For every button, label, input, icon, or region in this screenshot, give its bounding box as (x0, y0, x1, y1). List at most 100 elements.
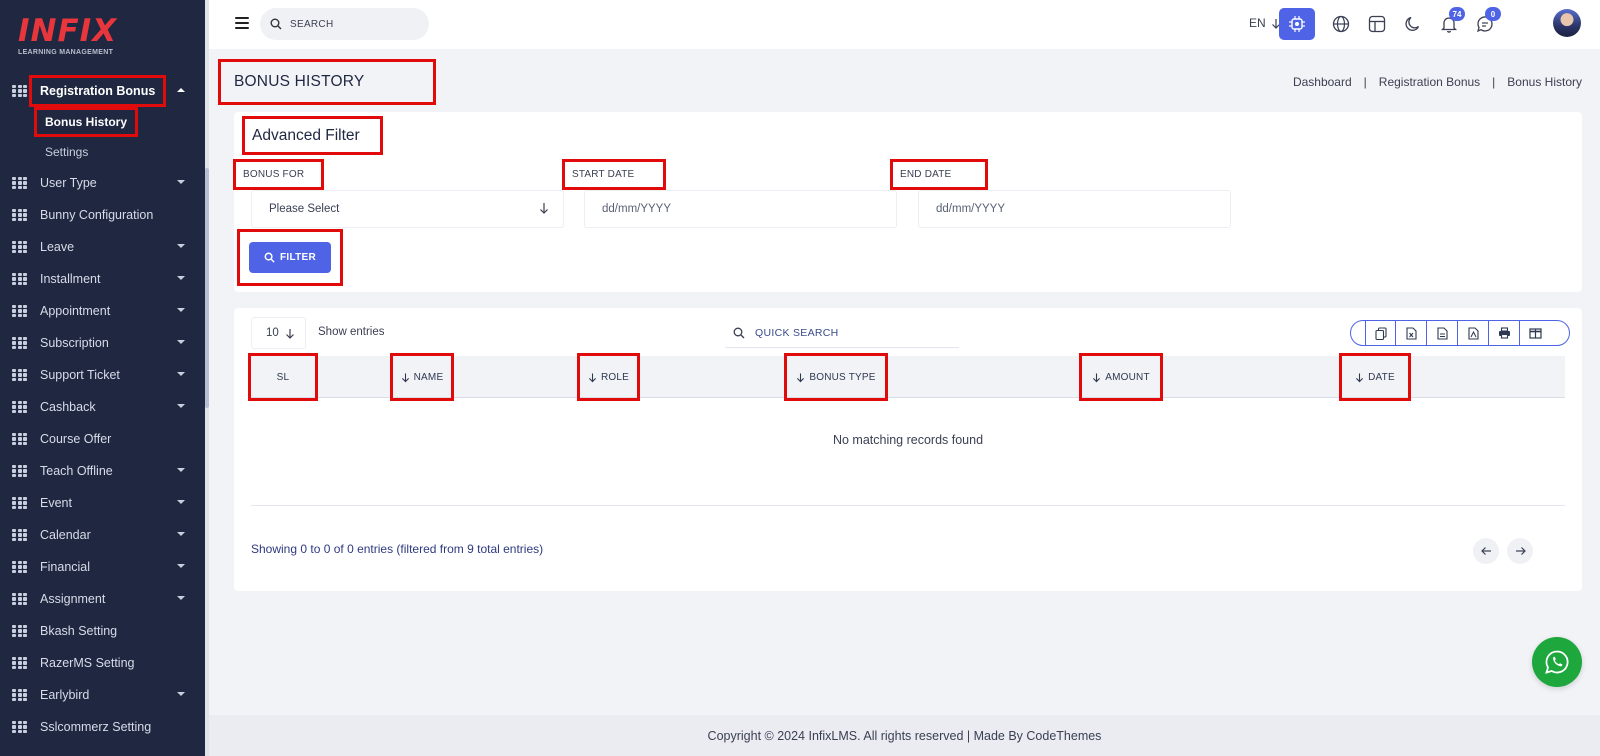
sidebar-item-leave[interactable]: Leave (0, 231, 205, 263)
top-bar: EN 74 0 (209, 0, 1600, 49)
sidebar-item-event[interactable]: Event (0, 487, 205, 519)
sidebar-item-teach-offline[interactable]: Teach Offline (0, 455, 205, 487)
sidebar-item-assignment[interactable]: Assignment (0, 583, 205, 615)
page-size-select[interactable]: 10 (251, 317, 306, 349)
sidebar-item-bkash-setting[interactable]: Bkash Setting (0, 615, 205, 647)
filter-button[interactable]: FILTER (249, 242, 331, 273)
layout-button[interactable] (1359, 8, 1395, 40)
end-date-input[interactable] (936, 203, 1230, 215)
moon-icon (1405, 16, 1420, 31)
search-icon (733, 327, 745, 338)
breadcrumb-dashboard[interactable]: Dashboard (1293, 75, 1352, 89)
start-date-field (584, 190, 897, 228)
previous-page-button[interactable] (1473, 538, 1499, 564)
sidebar-item-appointment[interactable]: Appointment (0, 295, 205, 327)
sidebar-item-label: Event (40, 496, 72, 510)
sidebar-item-course-offer[interactable]: Course Offer (0, 423, 205, 455)
quick-search-input[interactable] (755, 326, 935, 339)
sidebar-item-label: Earlybird (40, 688, 90, 702)
submenu-item-settings[interactable]: Settings (0, 137, 205, 167)
sidebar-item-razerms-setting[interactable]: RazerMS Setting (0, 647, 205, 679)
column-header-label: NAME (413, 371, 444, 383)
sidebar-item-label: Course Offer (40, 432, 112, 446)
bonus-for-label-container: BONUS FOR (233, 159, 324, 190)
submenu-item-bonus-history[interactable]: Bonus History (0, 107, 205, 137)
dark-mode-toggle[interactable] (1395, 8, 1431, 40)
sidebar: INFIX LEARNING MANAGEMENT Registration B… (0, 0, 205, 756)
notifications-badge: 74 (1449, 7, 1465, 21)
sidebar-item-cashback[interactable]: Cashback (0, 391, 205, 423)
bonus-for-label: BONUS FOR (243, 169, 305, 180)
column-header-role[interactable]: ROLE (577, 353, 640, 401)
sidebar-item-label: Financial (40, 560, 91, 574)
breadcrumb-registration-bonus[interactable]: Registration Bonus (1379, 75, 1480, 89)
sidebar-scrollbar[interactable] (205, 168, 209, 408)
bonus-for-selected-value: Please Select (269, 203, 340, 215)
sidebar-item-registration-bonus[interactable]: Registration Bonus (0, 75, 205, 107)
search-icon (270, 18, 282, 30)
bonus-for-select[interactable]: Please Select (251, 190, 564, 228)
sidebar-item-financial[interactable]: Financial (0, 551, 205, 583)
chevron-down-icon (177, 532, 185, 536)
hamburger-menu-icon[interactable] (235, 17, 249, 29)
chevron-down-icon (177, 564, 185, 568)
grid-icon (12, 624, 27, 638)
breadcrumb-bonus-history: Bonus History (1507, 75, 1582, 89)
start-date-label-container: START DATE (562, 159, 666, 190)
sidebar-item-label: Bkash Setting (40, 624, 118, 638)
pdf-button[interactable] (1458, 321, 1489, 345)
sidebar-item-installment[interactable]: Installment (0, 263, 205, 295)
arrow-down-icon (285, 328, 294, 339)
language-selector[interactable]: EN (1249, 16, 1281, 30)
sidebar-item-earlybird[interactable]: Earlybird (0, 679, 205, 711)
grid-icon (12, 400, 27, 414)
sort-arrow-icon (588, 372, 597, 382)
top-search-input[interactable] (290, 18, 420, 30)
ai-chip-button[interactable] (1279, 8, 1315, 40)
pdf-icon (1467, 326, 1479, 340)
column-header-bonus-type[interactable]: BONUS TYPE (784, 353, 888, 401)
sidebar-item-subscription[interactable]: Subscription (0, 327, 205, 359)
logo[interactable]: INFIX LEARNING MANAGEMENT (18, 14, 117, 56)
copy-button[interactable] (1365, 321, 1396, 345)
column-header-date[interactable]: DATE (1339, 353, 1411, 401)
sidebar-item-calendar[interactable]: Calendar (0, 519, 205, 551)
chevron-down-icon (177, 404, 185, 408)
grid-icon (12, 272, 27, 286)
column-header-sl[interactable]: SL (248, 353, 318, 401)
chevron-down-icon (177, 276, 185, 280)
whatsapp-chat-button[interactable] (1532, 637, 1582, 687)
messages-button[interactable]: 0 (1467, 7, 1503, 40)
search-icon (264, 252, 275, 263)
grid-icon (12, 336, 27, 350)
chevron-up-icon (177, 88, 185, 92)
start-date-input[interactable] (602, 203, 896, 215)
column-header-name[interactable]: NAME (390, 353, 454, 401)
csv-button[interactable] (1427, 321, 1458, 345)
column-header-amount[interactable]: AMOUNT (1079, 353, 1163, 401)
sidebar-item-user-type[interactable]: User Type (0, 167, 205, 199)
sidebar-item-bunny-configuration[interactable]: Bunny Configuration (0, 199, 205, 231)
excel-button[interactable] (1396, 321, 1427, 345)
sort-arrow-icon (401, 372, 409, 382)
sidebar-item-label: Cashback (40, 400, 96, 414)
show-entries-label: Show entries (318, 326, 385, 338)
submenu-item-label: Settings (45, 145, 89, 159)
globe-icon (1332, 15, 1350, 33)
next-page-button[interactable] (1507, 538, 1533, 564)
end-date-label: END DATE (900, 169, 952, 180)
sidebar-item-support-ticket[interactable]: Support Ticket (0, 359, 205, 391)
grid-icon (12, 368, 27, 382)
sort-arrow-icon (797, 372, 805, 382)
footer-text: Copyright © 2024 InfixLMS. All rights re… (707, 728, 1102, 743)
notifications-button[interactable]: 74 (1431, 7, 1467, 40)
grid-icon (12, 240, 27, 254)
sidebar-item-sslcommerz-setting[interactable]: Sslcommerz Setting (0, 711, 205, 743)
avatar[interactable] (1553, 9, 1581, 37)
column-visibility-button[interactable] (1520, 321, 1551, 345)
print-button[interactable] (1489, 321, 1520, 345)
website-button[interactable] (1323, 8, 1359, 40)
excel-icon (1405, 326, 1417, 340)
filter-button-label: FILTER (279, 252, 317, 263)
copy-icon (1374, 326, 1387, 340)
